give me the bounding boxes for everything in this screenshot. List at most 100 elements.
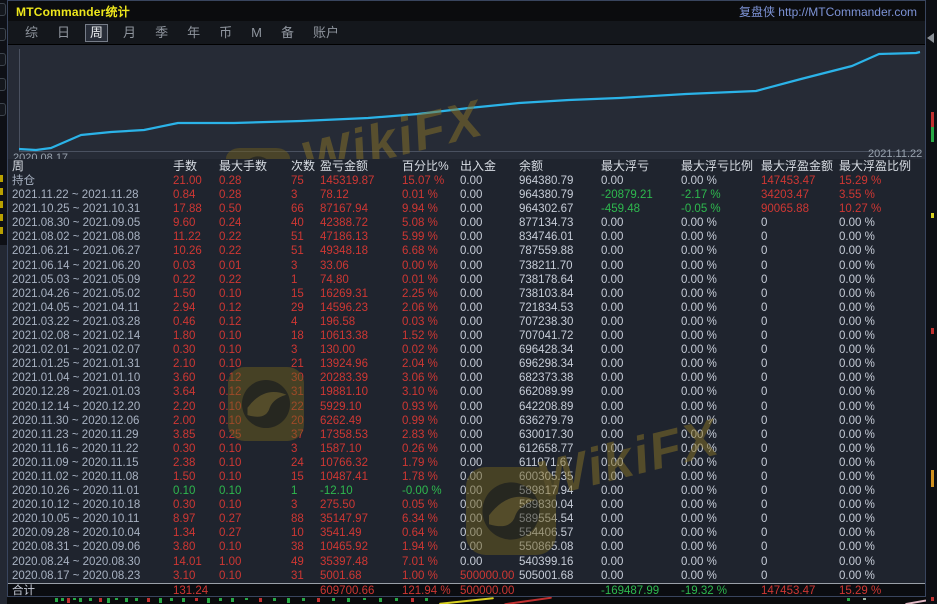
cell: 0.00: [460, 540, 519, 554]
cell: 682373.38: [519, 371, 601, 385]
cell: 600305.35: [519, 470, 601, 484]
table-row[interactable]: 2020.11.23 ~ 2020.11.293.850.253717358.5…: [8, 428, 926, 442]
cell: 0.64 %: [402, 526, 460, 540]
menu-item-综[interactable]: 综: [21, 24, 42, 42]
cell: 0.93 %: [402, 400, 460, 414]
table-row[interactable]: 2021.08.02 ~ 2021.08.0811.220.225147186.…: [8, 230, 926, 244]
background-candle-mark: [425, 598, 428, 601]
cell: 0.00: [601, 484, 681, 498]
cell: 0.27: [219, 526, 291, 540]
cell: 0.00 %: [839, 470, 926, 484]
table-row[interactable]: 2020.10.12 ~ 2020.10.180.300.103275.500.…: [8, 498, 926, 512]
brand-link[interactable]: 复盘侠 http://MTCommander.com: [739, 3, 917, 20]
cell: 29: [291, 301, 320, 315]
cell: 1.50: [173, 287, 219, 301]
cell: -0.00 %: [402, 484, 460, 498]
table-row[interactable]: 2021.11.22 ~ 2021.11.280.840.28378.120.0…: [8, 188, 926, 202]
menu-item-账户[interactable]: 账户: [309, 24, 343, 42]
table-row[interactable]: 2020.11.30 ~ 2020.12.062.000.10206262.49…: [8, 414, 926, 428]
cell: 0.12: [219, 315, 291, 329]
cell: 554406.57: [519, 526, 601, 540]
table-row[interactable]: 2021.05.03 ~ 2021.05.090.220.22174.800.0…: [8, 273, 926, 287]
cell: 0.00 %: [839, 385, 926, 399]
background-candle-mark: [332, 598, 335, 601]
cell: 3541.49: [320, 526, 402, 540]
cell: 0.00: [601, 287, 681, 301]
menu-item-年[interactable]: 年: [183, 24, 204, 42]
cell: 2.94: [173, 301, 219, 315]
menu-item-日[interactable]: 日: [53, 24, 74, 42]
background-candle-mark: [245, 598, 248, 600]
menu-item-币[interactable]: 币: [215, 24, 236, 42]
table-row[interactable]: 2021.04.26 ~ 2021.05.021.500.101516269.3…: [8, 287, 926, 301]
cell: 3: [291, 259, 320, 273]
cell: 13924.96: [320, 357, 402, 371]
table-row[interactable]: 2020.10.26 ~ 2020.11.010.100.101-12.10-0…: [8, 484, 926, 498]
cell: 611071.67: [519, 456, 601, 470]
table-row[interactable]: 2021.06.14 ~ 2021.06.200.030.01333.060.0…: [8, 259, 926, 273]
table-row[interactable]: 2020.10.05 ~ 2020.10.118.970.278835147.9…: [8, 512, 926, 526]
cell: 0.00: [601, 456, 681, 470]
cell: 0: [761, 484, 839, 498]
cell: 0.00: [601, 498, 681, 512]
table-row[interactable]: 2021.02.01 ~ 2021.02.070.300.103130.000.…: [8, 343, 926, 357]
table-row[interactable]: 2020.08.31 ~ 2020.09.063.800.103810465.9…: [8, 540, 926, 554]
table-row[interactable]: 2021.06.21 ~ 2021.06.2710.260.225149348.…: [8, 244, 926, 258]
menu-item-周[interactable]: 周: [85, 24, 108, 42]
table-row[interactable]: 2021.08.30 ~ 2021.09.059.600.244042388.7…: [8, 216, 926, 230]
table-row[interactable]: 2020.12.28 ~ 2021.01.033.640.123119881.1…: [8, 385, 926, 399]
menu-item-季[interactable]: 季: [151, 24, 172, 42]
cell: 33.06: [320, 259, 402, 273]
cell: 0.00: [601, 174, 681, 188]
cell: 19881.10: [320, 385, 402, 399]
table-row[interactable]: 2020.08.17 ~ 2020.08.233.100.10315001.68…: [8, 569, 926, 583]
table-row[interactable]: 2020.12.14 ~ 2020.12.202.200.10225929.10…: [8, 400, 926, 414]
cell: 0.10: [173, 484, 219, 498]
cell: 2020.08.17 ~ 2020.08.23: [12, 569, 173, 583]
background-candle-mark: [931, 470, 934, 487]
cell: 10.26: [173, 244, 219, 258]
cell: 17.88: [173, 202, 219, 216]
cell: -2.17 %: [681, 188, 761, 202]
header-cell: 出入金: [460, 159, 519, 174]
cell: 0: [761, 230, 839, 244]
table-row[interactable]: 2021.01.25 ~ 2021.01.312.100.102113924.9…: [8, 357, 926, 371]
cell: 0.00: [601, 526, 681, 540]
background-candle-mark: [931, 597, 934, 601]
menu-item-M[interactable]: M: [247, 24, 266, 42]
cell: 0.00 %: [681, 357, 761, 371]
menu-item-备[interactable]: 备: [277, 24, 298, 42]
cell: 10613.38: [320, 329, 402, 343]
cell: 0: [761, 259, 839, 273]
cell: 147453.47: [761, 174, 839, 188]
cell: 1.79 %: [402, 456, 460, 470]
background-candle-mark: [89, 598, 92, 601]
cell: 0: [761, 343, 839, 357]
cell: 0.10: [219, 357, 291, 371]
table-row[interactable]: 持仓21.000.2875145319.8715.07 %0.00964380.…: [8, 174, 926, 188]
cell: 75: [291, 174, 320, 188]
cell: 1.50: [173, 470, 219, 484]
table-row[interactable]: 2021.03.22 ~ 2021.03.280.460.124196.580.…: [8, 315, 926, 329]
table-row[interactable]: 2021.10.25 ~ 2021.10.3117.880.506687167.…: [8, 202, 926, 216]
table-row[interactable]: 2020.09.28 ~ 2020.10.041.340.27103541.49…: [8, 526, 926, 540]
table-row[interactable]: 2020.11.16 ~ 2020.11.220.300.1031587.100…: [8, 442, 926, 456]
cell: 0.28: [219, 188, 291, 202]
header-cell: 余额: [519, 159, 601, 174]
cell: 3.80: [173, 540, 219, 554]
table-row[interactable]: 2021.04.05 ~ 2021.04.112.940.122914596.2…: [8, 301, 926, 315]
cell: 24: [291, 456, 320, 470]
menu-item-月[interactable]: 月: [119, 24, 140, 42]
cell: 0.00: [601, 385, 681, 399]
background-panel: [0, 245, 7, 604]
background-candle-mark: [73, 598, 76, 600]
table-row[interactable]: 2020.11.02 ~ 2020.11.081.500.101510487.4…: [8, 470, 926, 484]
cell: 0.00 %: [681, 569, 761, 583]
table-row[interactable]: 2021.01.04 ~ 2021.01.103.600.123020283.3…: [8, 371, 926, 385]
equity-chart-panel[interactable]: 2020.08.17 2021.11.22 WikiFX: [8, 45, 926, 159]
table-row[interactable]: 2020.11.09 ~ 2020.11.152.380.102410766.3…: [8, 456, 926, 470]
cell: 40: [291, 216, 320, 230]
table-row[interactable]: 2021.02.08 ~ 2021.02.141.800.101810613.3…: [8, 329, 926, 343]
cell: 2021.01.04 ~ 2021.01.10: [12, 371, 173, 385]
table-row[interactable]: 2020.08.24 ~ 2020.08.3014.011.004935397.…: [8, 555, 926, 569]
